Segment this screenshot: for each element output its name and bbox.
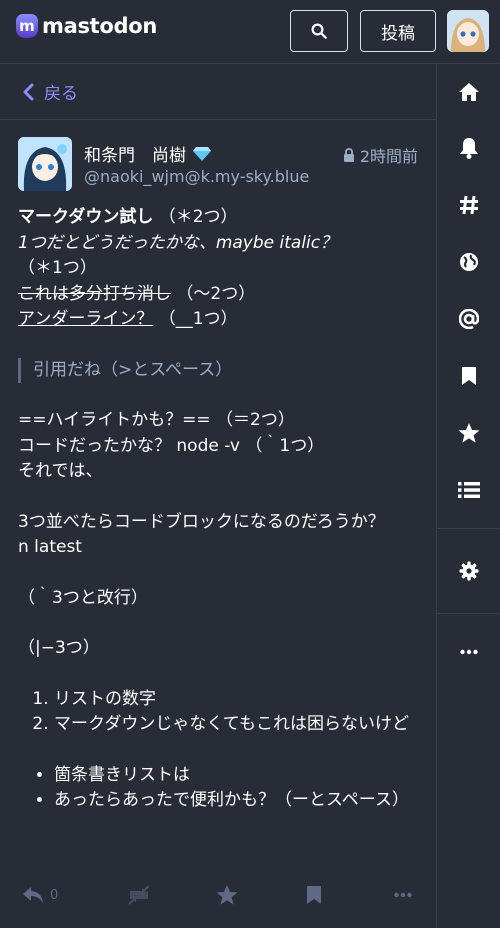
plain-text: （＊2つ） xyxy=(158,207,238,227)
list-item: マークダウンじゃなくてもこれは困らないけど xyxy=(54,712,418,738)
reply-count: 0 xyxy=(50,887,59,903)
ellipsis-icon[interactable] xyxy=(437,632,500,672)
bell-icon[interactable] xyxy=(437,128,500,168)
content-line: コードだったかな？ node -v （｀1つ） xyxy=(18,435,325,456)
ordered-list: リストの数字 マークダウンじゃなくてもこれは困らないけど xyxy=(18,687,418,738)
content-line: n latest xyxy=(18,537,82,557)
star-icon xyxy=(216,885,238,905)
chevron-left-icon xyxy=(22,83,34,101)
content-line: （|−3つ） xyxy=(18,638,100,658)
favourite-button[interactable] xyxy=(216,875,238,915)
hashtag-icon[interactable] xyxy=(437,185,500,225)
author-display-name[interactable]: 和条門 尚樹 xyxy=(84,141,212,166)
underline-text: アンダーライン？ xyxy=(18,309,154,329)
list-icon[interactable] xyxy=(437,470,500,510)
status-timestamp[interactable]: 2時間前 xyxy=(343,143,418,167)
bold-text: マークダウン試し xyxy=(18,207,154,227)
right-navigation xyxy=(436,64,500,928)
search-button[interactable] xyxy=(290,10,348,52)
boost-disabled-icon xyxy=(126,885,152,905)
back-link[interactable]: 戻る xyxy=(0,64,436,120)
at-icon[interactable] xyxy=(437,299,500,339)
diamond-icon xyxy=(192,146,212,162)
list-item: 箇条書きリストは xyxy=(54,763,418,789)
content-line: これは多分打ち消し （〜2つ） xyxy=(18,282,418,308)
bookmark-button[interactable] xyxy=(306,875,322,915)
bookmark-icon[interactable] xyxy=(437,356,500,396)
more-button[interactable] xyxy=(394,875,412,915)
bookmark-icon xyxy=(306,885,322,905)
timestamp-text: 2時間前 xyxy=(359,147,418,166)
ellipsis-icon xyxy=(394,892,412,898)
italic-text: 1つだとどうだったかな、maybe italic？ xyxy=(18,232,338,253)
boost-button-disabled[interactable] xyxy=(126,875,152,915)
star-icon[interactable] xyxy=(437,413,500,453)
gear-icon[interactable] xyxy=(437,551,500,591)
post-button[interactable]: 投稿 xyxy=(360,10,436,52)
plain-text: （__1つ） xyxy=(158,309,238,329)
reply-icon xyxy=(22,886,44,904)
search-icon xyxy=(310,22,328,40)
content-line: アンダーライン？ （__1つ） xyxy=(18,307,418,333)
nav-divider xyxy=(437,613,500,614)
author-account[interactable]: @naoki_wjm@k.my-sky.blue xyxy=(84,167,309,186)
content-line: 1つだとどうだったかな、maybe italic？ （＊1つ） xyxy=(18,231,418,282)
status-detail: 和条門 尚樹 @naoki_wjm@k.my-sky.blue 2時間前 マーク… xyxy=(0,121,436,928)
content-line: マークダウン試し （＊2つ） xyxy=(18,205,418,231)
bullet-list: 箇条書きリストは あったらあったで便利かも？（ーとスペース） xyxy=(18,763,418,814)
plain-text: （＊1つ） xyxy=(18,258,97,278)
user-avatar[interactable] xyxy=(447,10,489,52)
top-bar: m mastodon 投稿 xyxy=(0,0,500,64)
list-item: リストの数字 xyxy=(54,687,418,713)
globe-icon[interactable] xyxy=(437,242,500,282)
blockquote: 引用だね（>とスペース） xyxy=(18,357,418,383)
list-item: あったらあったで便利かも？（ーとスペース） xyxy=(54,788,418,814)
logo-text: mastodon xyxy=(42,14,158,38)
nav-divider xyxy=(437,528,500,529)
lock-icon xyxy=(343,148,355,162)
author-avatar[interactable] xyxy=(18,137,72,191)
plain-text: （〜2つ） xyxy=(176,283,256,304)
home-icon[interactable] xyxy=(437,72,500,112)
back-label: 戻る xyxy=(44,84,78,104)
strikethrough-text: これは多分打ち消し xyxy=(18,283,171,304)
display-name-text: 和条門 尚樹 xyxy=(84,146,186,166)
reply-button[interactable]: 0 xyxy=(22,875,58,915)
mastodon-logo[interactable]: m mastodon xyxy=(16,14,157,38)
content-line: それでは、 xyxy=(18,461,103,481)
status-content: マークダウン試し （＊2つ） 1つだとどうだったかな、maybe italic？… xyxy=(18,205,418,814)
content-line: （｀3つと改行） xyxy=(18,587,148,608)
content-line: 3つ並べたらコードブロックになるのだろうか？ xyxy=(18,511,385,532)
status-action-bar: 0 xyxy=(0,875,436,915)
logo-mark-icon: m xyxy=(16,14,38,38)
content-line: ==ハイライトかも？== （＝2つ） xyxy=(18,410,295,430)
